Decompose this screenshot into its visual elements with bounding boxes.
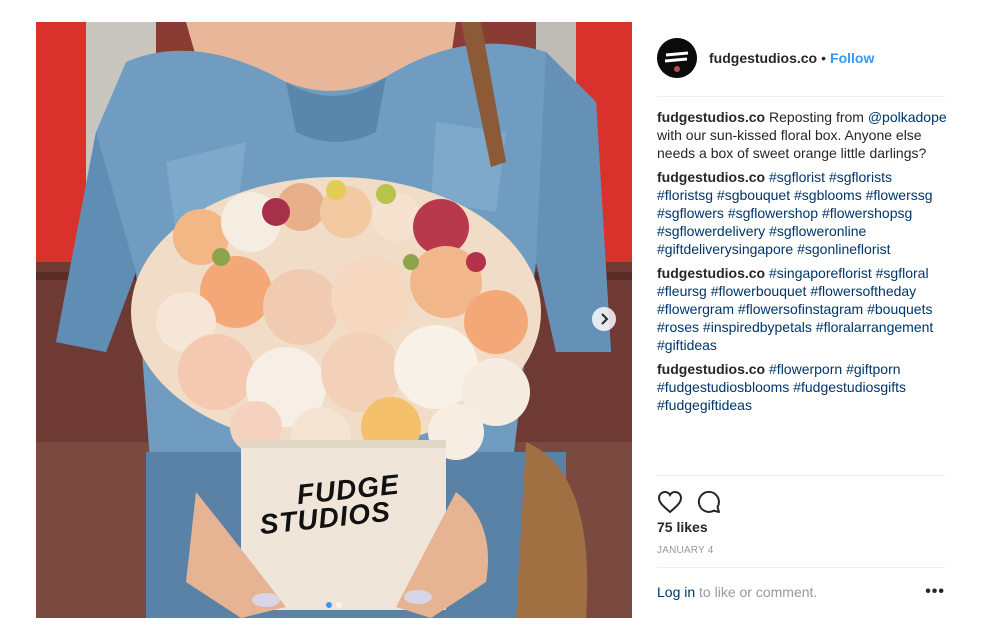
separator: • [821, 50, 827, 66]
next-image-button[interactable] [592, 307, 616, 331]
login-link[interactable]: Log in [657, 584, 695, 600]
login-prompt-text: to like or comment. [695, 584, 818, 600]
post-date[interactable]: JANUARY 4 [657, 545, 713, 556]
hashtag-link[interactable]: #giftideas [657, 337, 717, 353]
hashtag-link[interactable]: #flowersofinstagram [738, 301, 863, 317]
hashtag-link[interactable]: #flowerbouquet [711, 283, 807, 299]
username-link[interactable]: fudgestudios.co [709, 50, 817, 66]
hashtag-link[interactable]: #roses [657, 319, 699, 335]
hashtag-link[interactable]: #fudgestudiosgifts [793, 379, 906, 395]
post-header: fudgestudios.co • Follow [657, 38, 945, 78]
hashtag-link[interactable]: #sgflowers [657, 205, 724, 221]
header-text: fudgestudios.co • Follow [709, 50, 874, 66]
comment-username[interactable]: fudgestudios.co [657, 169, 765, 185]
login-prompt: Log in to like or comment. [657, 584, 817, 600]
hashtag-comment: fudgestudios.co #sgflorist #sgflorists #… [657, 168, 947, 258]
carousel-dot [336, 602, 342, 608]
more-options-icon: ••• [925, 583, 945, 600]
hashtag-comment: fudgestudios.co #flowerporn #giftporn #f… [657, 360, 947, 414]
hashtag-link[interactable]: #sgfloweronline [769, 223, 866, 239]
comment-username[interactable]: fudgestudios.co [657, 265, 765, 281]
hashtag-link[interactable]: #sgflowershop [728, 205, 818, 221]
hashtag-link[interactable]: #fudgestudiosblooms [657, 379, 789, 395]
chevron-right-icon [601, 313, 609, 325]
post-image[interactable]: FUDGE STUDIOS [36, 22, 632, 618]
hashtag-link[interactable]: #sgflowerdelivery [657, 223, 765, 239]
post-side-panel: fudgestudios.co • Follow fudgestudios.co… [657, 22, 947, 618]
hashtag-link[interactable]: #fleursg [657, 283, 707, 299]
heart-icon [657, 490, 683, 514]
hashtag-link[interactable]: #singaporeflorist [769, 265, 872, 281]
hashtag-link[interactable]: #sgbouquet [717, 187, 790, 203]
hashtag-comment: fudgestudios.co #singaporeflorist #sgflo… [657, 264, 947, 354]
caption-text-before: Reposting from [765, 109, 868, 125]
hashtag-link[interactable]: #sgonlineflorist [797, 241, 890, 257]
comment-username[interactable]: fudgestudios.co [657, 361, 765, 377]
hashtag-link[interactable]: #inspiredbypetals [703, 319, 812, 335]
likes-count[interactable]: 75 likes [657, 519, 708, 535]
brand-logo-icon [657, 38, 697, 78]
footer-divider [657, 567, 945, 568]
hashtag-link[interactable]: #flowershopsg [822, 205, 912, 221]
hashtag-link[interactable]: #flowersoftheday [810, 283, 916, 299]
carousel-dot-active [326, 602, 332, 608]
actions-divider [657, 475, 945, 476]
hashtag-link[interactable]: #floristsg [657, 187, 713, 203]
hashtag-link[interactable]: #bouquets [867, 301, 932, 317]
hashtag-link[interactable]: #fudgegiftideas [657, 397, 752, 413]
hashtag-link[interactable]: #sgflorist [769, 169, 825, 185]
hashtag-link[interactable]: #sgfloral [876, 265, 929, 281]
caption: fudgestudios.co Reposting from @polkadop… [657, 108, 947, 162]
comment-username[interactable]: fudgestudios.co [657, 109, 765, 125]
action-bar [657, 488, 721, 516]
hashtag-link[interactable]: #floralarrangement [816, 319, 934, 335]
comment-button[interactable] [697, 490, 721, 514]
hashtag-link[interactable]: #sgflorists [829, 169, 892, 185]
follow-button[interactable]: Follow [830, 50, 874, 66]
instagram-post: FUDGE STUDIOS fudgestudios.co • Follow f… [36, 22, 947, 618]
comments-list: fudgestudios.co Reposting from @polkadop… [657, 108, 947, 420]
comment-icon [697, 490, 720, 513]
hashtag-link[interactable]: #sgblooms [794, 187, 862, 203]
hashtag-link[interactable]: #flowerssg [866, 187, 933, 203]
hashtag-link[interactable]: #flowergram [657, 301, 734, 317]
caption-text-after: with our sun-kissed floral box. Anyone e… [657, 127, 927, 161]
more-options-button[interactable]: ••• [925, 584, 945, 600]
hashtag-link[interactable]: #flowerporn [769, 361, 842, 377]
hashtag-link[interactable]: #giftdeliverysingapore [657, 241, 793, 257]
carousel-indicator [36, 602, 632, 608]
avatar[interactable] [657, 38, 697, 78]
hashtag-link[interactable]: #giftporn [846, 361, 900, 377]
header-divider [657, 96, 945, 97]
mention-link[interactable]: @polkadope [868, 109, 947, 125]
like-button[interactable] [657, 490, 683, 514]
